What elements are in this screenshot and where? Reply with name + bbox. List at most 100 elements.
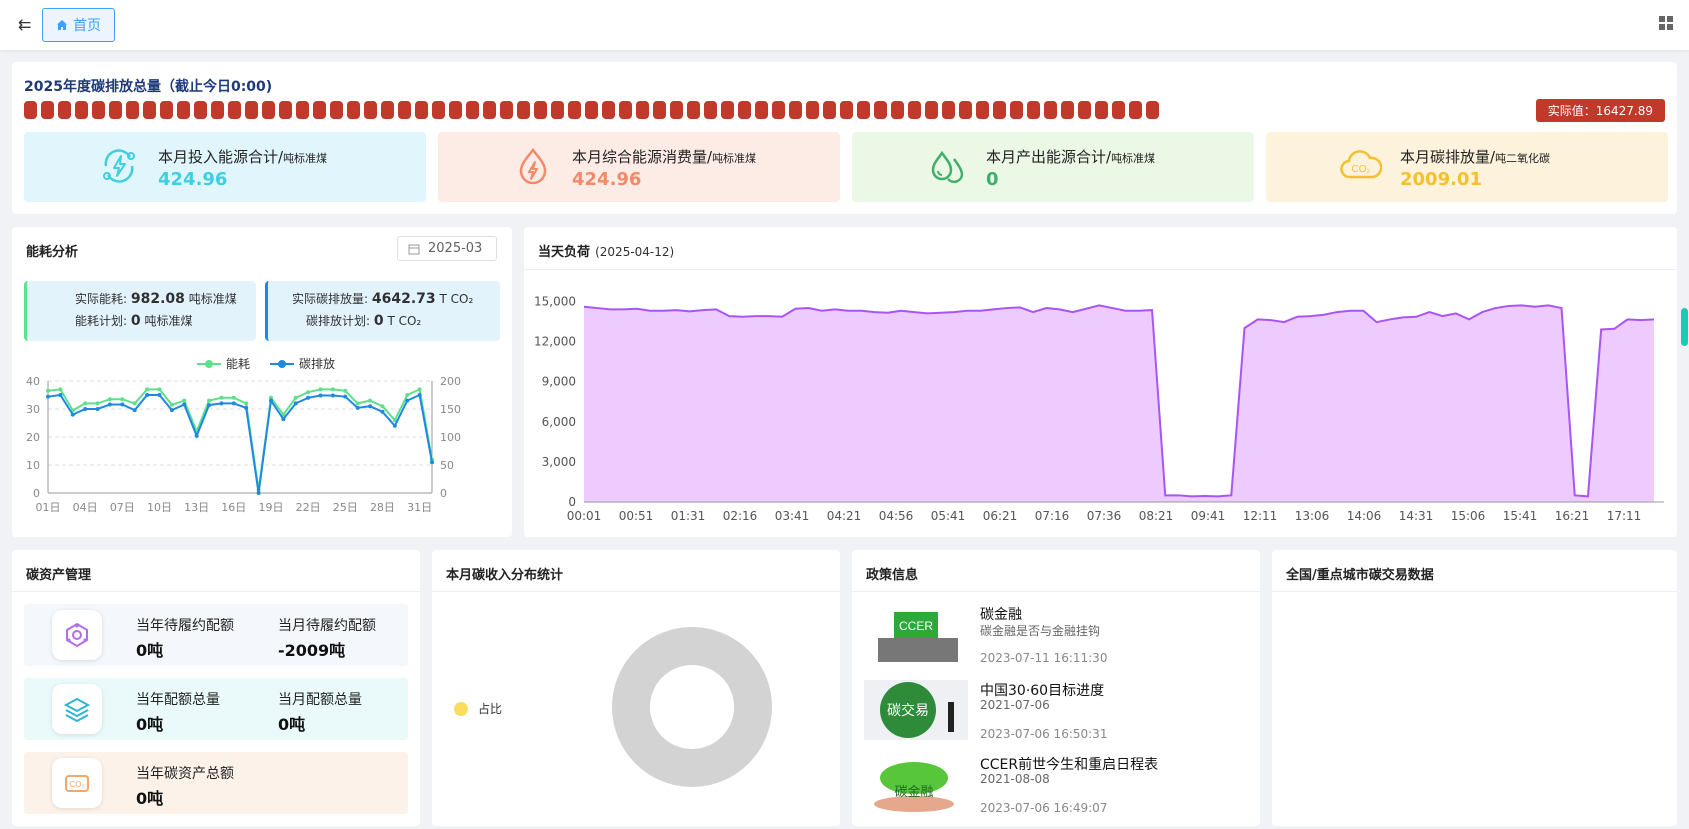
progress-pill xyxy=(1027,101,1040,119)
policy-subtitle: 2021-08-08 xyxy=(980,772,1050,786)
progress-pill xyxy=(653,101,666,119)
data-point xyxy=(368,404,373,409)
progress-pill xyxy=(823,101,836,119)
pie-legend-label: 占比 xyxy=(478,702,503,716)
series-line-carbon xyxy=(47,393,433,494)
asset-label: 当年配额总量 xyxy=(136,692,220,708)
progress-pill xyxy=(143,101,156,119)
data-point xyxy=(256,491,261,495)
data-point xyxy=(380,404,385,409)
progress-pill xyxy=(381,101,394,119)
asset-row-pending: 当年待履约配额 0吨 当月待履约配额 -2009吨 xyxy=(24,604,408,666)
data-point xyxy=(231,395,236,400)
page-scrollbar[interactable] xyxy=(1681,308,1688,346)
data-point xyxy=(182,402,187,407)
x-tick-label: 04日 xyxy=(73,501,98,514)
y2-tick-label: 150 xyxy=(440,403,461,416)
data-point xyxy=(405,398,410,403)
policy-item[interactable]: 碳金融 CCER前世今生和重启日程表 2021-08-08 2023-07-06… xyxy=(864,754,1248,824)
progress-pill xyxy=(1146,101,1159,119)
data-point xyxy=(83,407,88,411)
x-tick-label: 03:41 xyxy=(775,509,810,523)
y-tick-label: 9,000 xyxy=(542,375,576,389)
x-tick-label: 07日 xyxy=(110,501,135,514)
data-point xyxy=(46,388,50,393)
carbon-plan-value: 0 xyxy=(373,313,384,329)
policy-item[interactable]: 碳交易 中国30·60目标进度 2021-07-06 2023-07-06 16… xyxy=(864,680,1248,750)
progress-pill xyxy=(1010,101,1023,119)
menu-collapse-icon[interactable]: ⇇ xyxy=(18,15,31,34)
progress-pill xyxy=(789,101,802,119)
progress-pill xyxy=(1129,101,1142,119)
policy-date: 2023-07-06 16:49:07 xyxy=(980,801,1108,815)
y2-tick-label: 200 xyxy=(440,375,461,388)
tab-home[interactable]: 首页 xyxy=(42,8,115,42)
data-point xyxy=(70,412,75,417)
progress-pill xyxy=(262,101,275,119)
legend-dot xyxy=(454,701,468,716)
x-tick-label: 17:11 xyxy=(1607,509,1642,523)
data-point xyxy=(145,387,150,392)
x-tick-label: 05:41 xyxy=(931,509,966,523)
progress-pill xyxy=(160,101,173,119)
progress-pill xyxy=(398,101,411,119)
data-point xyxy=(107,397,112,402)
thumb-text: CCER xyxy=(899,619,933,633)
x-tick-label: 04:21 xyxy=(827,509,862,523)
month-picker[interactable]: 2025-03 xyxy=(397,236,497,261)
month-picker-value: 2025-03 xyxy=(428,241,483,256)
progress-pill xyxy=(636,101,649,119)
stat-unit: 吨二氧化碳 xyxy=(1495,152,1551,165)
progress-pill xyxy=(1061,101,1074,119)
policy-item[interactable]: CCER 碳金融 碳金融是否与金融挂钩 2023-07-11 16:11:30 xyxy=(864,604,1248,674)
daily-load-title: 当天负荷 xyxy=(538,245,591,260)
svg-text:CO₂: CO₂ xyxy=(69,780,84,789)
data-point xyxy=(107,402,112,407)
asset-label: 当年碳资产总额 xyxy=(136,766,234,782)
actual-energy-label: 实际能耗: xyxy=(75,292,128,306)
asset-row-total: CO₂ 当年碳资产总额 0吨 xyxy=(24,752,408,814)
carbon-trade-title: 全国/重点城市碳交易数据 xyxy=(1286,568,1434,583)
progress-pill xyxy=(466,101,479,119)
y2-tick-label: 100 xyxy=(440,431,461,444)
progress-pill xyxy=(364,101,377,119)
pie-legend-item[interactable]: 占比 xyxy=(454,700,502,717)
co2-cloud-icon: CO₂ xyxy=(1340,150,1382,179)
home-icon xyxy=(57,20,67,30)
x-tick-label: 00:51 xyxy=(619,509,654,523)
water-drops-icon xyxy=(931,150,964,184)
x-tick-label: 31日 xyxy=(407,501,432,514)
policy-date: 2023-07-06 16:50:31 xyxy=(980,727,1108,741)
stat-unit: 吨标准煤 xyxy=(1111,152,1156,165)
policy-subtitle: 2021-07-06 xyxy=(980,698,1050,712)
data-point xyxy=(182,398,187,403)
energy-analysis-card: 能耗分析 2025-03 实际能耗: 982.08 吨标准煤 能耗计划: 0 吨… xyxy=(12,227,512,537)
ccer-thumbnail: CCER xyxy=(864,604,968,664)
data-point xyxy=(293,401,298,406)
carbon-assets-title: 碳资产管理 xyxy=(26,568,92,583)
carbon-summary-box: 实际碳排放量: 4642.73 T CO₂ 碳排放计划: 0 T CO₂ xyxy=(265,281,500,341)
data-point xyxy=(58,393,63,397)
progress-pill xyxy=(619,101,632,119)
actual-energy-value: 982.08 xyxy=(130,291,185,307)
x-tick-label: 15:06 xyxy=(1451,509,1486,523)
data-point xyxy=(169,402,174,407)
carbon-plan-unit: T CO₂ xyxy=(387,314,422,328)
x-tick-label: 13:06 xyxy=(1295,509,1330,523)
x-tick-label: 22日 xyxy=(296,501,321,514)
data-point xyxy=(343,388,348,393)
progress-pill xyxy=(993,101,1006,119)
asset-row-quota: 当年配额总量 0吨 当月配额总量 0吨 xyxy=(24,678,408,740)
y-tick-label: 20 xyxy=(26,431,40,444)
progress-pill xyxy=(194,101,207,119)
progress-pill xyxy=(840,101,853,119)
stat-energy-input: 本月投入能源合计/吨标准煤 424.96 xyxy=(24,132,426,202)
progress-pill xyxy=(92,101,105,119)
x-tick-label: 07:36 xyxy=(1087,509,1122,523)
actual-carbon-label: 实际碳排放量: xyxy=(292,292,369,306)
donut-ring xyxy=(612,627,772,787)
stat-unit: 吨标准煤 xyxy=(712,152,757,165)
progress-pill xyxy=(568,101,581,119)
flame-drop-icon xyxy=(519,147,547,185)
apps-grid-icon[interactable] xyxy=(1659,16,1673,30)
